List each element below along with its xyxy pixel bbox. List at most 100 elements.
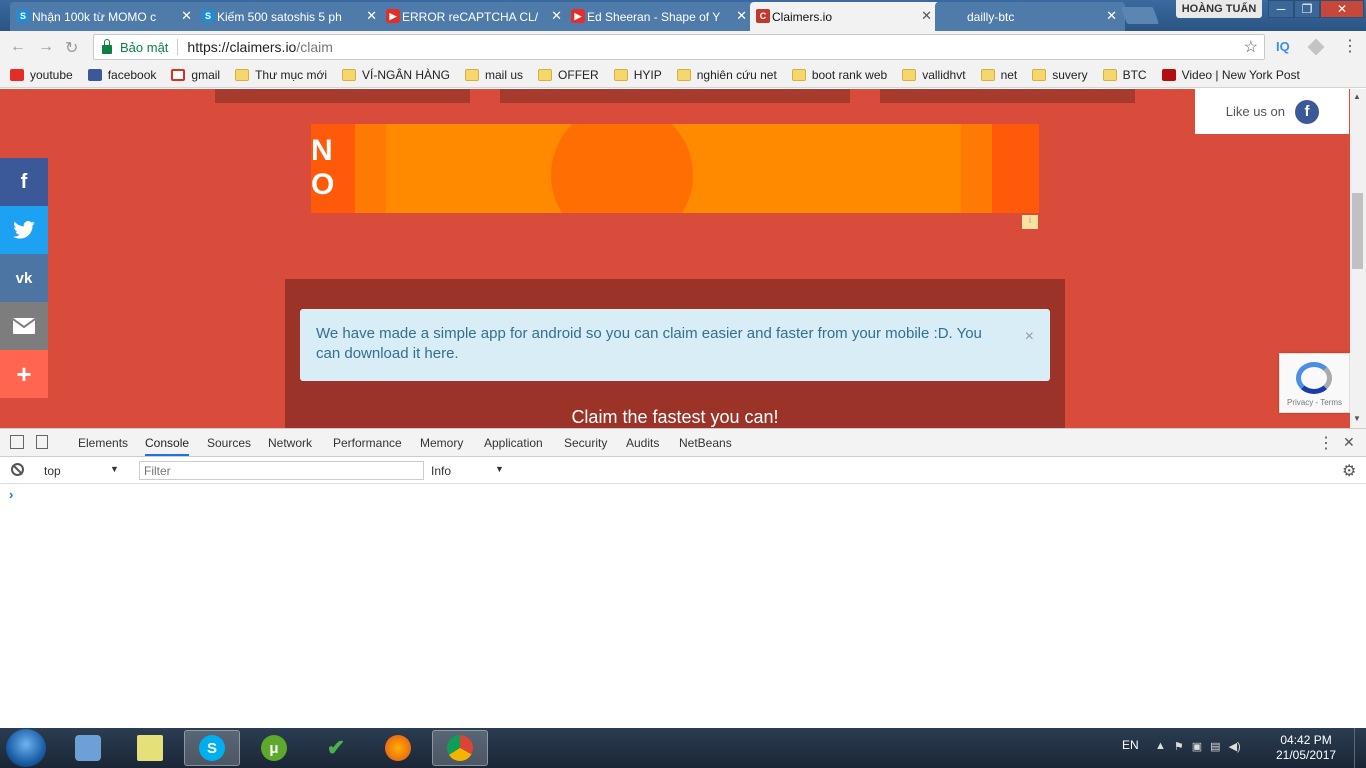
recaptcha-footer[interactable]: Privacy - Terms <box>1287 398 1342 407</box>
tab-network[interactable]: Network <box>268 436 312 450</box>
twitter-icon[interactable] <box>0 206 48 254</box>
bookmark-gmail[interactable]: gmail <box>171 68 220 82</box>
bookmark-folder[interactable]: vallidhvt <box>902 68 966 82</box>
bookmark-folder[interactable]: HYIP <box>613 68 662 82</box>
console-filter-input[interactable] <box>139 461 424 480</box>
scroll-up-icon[interactable]: ▲ <box>1353 92 1361 101</box>
tab-dailly-btc[interactable]: dailly-btc ✕ <box>935 2 1125 31</box>
reload-icon[interactable]: ↻ <box>65 38 78 58</box>
bookmark-folder[interactable]: BTC <box>1102 68 1147 82</box>
tab-performance[interactable]: Performance <box>333 436 402 450</box>
forward-icon[interactable]: → <box>38 38 54 56</box>
bookmark-nypost[interactable]: Video | New York Post <box>1161 68 1300 82</box>
facebook-icon[interactable]: f <box>1295 99 1319 124</box>
bookmark-folder[interactable]: nghiên cứu net <box>676 68 777 82</box>
bookmark-folder[interactable]: VÍ-NGÂN HÀNG <box>342 68 450 82</box>
device-toolbar-icon[interactable] <box>36 435 48 449</box>
bookmark-folder[interactable]: boot rank web <box>791 68 887 82</box>
bookmark-star-icon[interactable]: ☆ <box>1244 37 1258 57</box>
tab-audits[interactable]: Audits <box>626 436 659 450</box>
close-window-icon[interactable]: ✕ <box>1320 0 1364 18</box>
network-icon[interactable]: ▤ <box>1210 740 1220 753</box>
context-selector[interactable]: top <box>44 464 61 478</box>
tab-sources[interactable]: Sources <box>207 436 251 450</box>
address-bar[interactable]: Bảo mật https://claimers.io /claim ☆ <box>93 34 1265 60</box>
tab-console[interactable]: Console <box>145 436 190 456</box>
tab-claimers[interactable]: C Claimers.io ✕ <box>750 2 940 31</box>
bookmark-folder[interactable]: Thư mục mới <box>235 68 327 82</box>
adchoices-icon[interactable]: i <box>1022 215 1038 229</box>
recaptcha-badge[interactable]: Privacy - Terms <box>1279 353 1350 413</box>
bookmark-folder[interactable]: OFFER <box>538 68 599 82</box>
show-desktop-button[interactable] <box>1354 728 1366 768</box>
tab-recaptcha-error[interactable]: ▶ ERROR reCAPTCHA CL/ ✕ <box>380 2 570 31</box>
bookmark-label: OFFER <box>558 68 599 82</box>
tab-ed-sheeran[interactable]: ▶ Ed Sheeran - Shape of Y ✕ <box>565 2 755 31</box>
bookmark-folder[interactable]: suvery <box>1032 68 1088 82</box>
devtools-menu-icon[interactable]: ⋮ <box>1318 433 1334 453</box>
facebook-icon[interactable]: f <box>0 158 48 206</box>
action-center-icon[interactable]: ⚑ <box>1174 740 1184 753</box>
back-icon[interactable]: ← <box>10 38 26 56</box>
show-hidden-icons-icon[interactable]: ▲ <box>1155 740 1166 753</box>
inspect-element-icon[interactable] <box>10 435 24 449</box>
profile-badge[interactable]: HOÀNG TUẤN <box>1176 0 1262 18</box>
close-tab-icon[interactable]: ✕ <box>551 8 562 24</box>
close-tab-icon[interactable]: ✕ <box>181 8 192 24</box>
chrome-icon[interactable] <box>432 730 488 766</box>
minimize-icon[interactable]: ─ <box>1268 0 1294 18</box>
email-icon[interactable] <box>0 302 48 350</box>
new-tab-button[interactable] <box>1120 7 1160 24</box>
alert-close-icon[interactable]: × <box>1025 327 1034 347</box>
tab-application[interactable]: Application <box>484 436 543 450</box>
close-devtools-icon[interactable]: ✕ <box>1343 434 1355 451</box>
gear-icon[interactable]: ⚙ <box>1342 461 1356 481</box>
tab-memory[interactable]: Memory <box>420 436 463 450</box>
bookmark-label: suvery <box>1052 68 1088 82</box>
restore-icon[interactable]: ❐ <box>1294 0 1320 18</box>
bookmark-facebook[interactable]: facebook <box>87 68 156 82</box>
close-tab-icon[interactable]: ✕ <box>366 8 377 24</box>
log-level-selector[interactable]: Info <box>431 464 451 478</box>
ad-banner[interactable]: N O <box>311 124 1039 213</box>
vk-icon[interactable]: vk <box>0 254 48 302</box>
virtualbox-icon[interactable] <box>60 730 116 766</box>
tab-elements[interactable]: Elements <box>78 436 128 450</box>
checkmark-icon[interactable]: ✔ <box>308 730 364 766</box>
bookmark-label: BTC <box>1122 68 1147 82</box>
bookmark-folder[interactable]: net <box>980 68 1017 82</box>
page-scrollbar[interactable]: ▲ ▼ <box>1350 89 1366 428</box>
bookmark-folder[interactable]: mail us <box>465 68 523 82</box>
like-us-box[interactable]: Like us on f <box>1195 89 1349 134</box>
nav-block[interactable] <box>880 89 1135 103</box>
close-tab-icon[interactable]: ✕ <box>736 8 747 24</box>
nav-block[interactable] <box>500 89 850 103</box>
sticky-notes-icon[interactable] <box>122 730 178 766</box>
language-indicator[interactable]: EN <box>1122 738 1139 752</box>
firefox-icon[interactable] <box>370 730 426 766</box>
utorrent-icon[interactable]: μ <box>246 730 302 766</box>
tab-momo[interactable]: S Nhận 100k từ MOMO c ✕ <box>10 2 200 31</box>
clear-console-icon[interactable] <box>11 463 24 476</box>
tab-satoshis[interactable]: S Kiếm 500 satoshis 5 ph ✕ <box>195 2 385 31</box>
skype-icon[interactable]: S <box>184 730 240 766</box>
iq-extension-icon[interactable]: IQ <box>1276 39 1290 54</box>
scroll-down-icon[interactable]: ▼ <box>1353 414 1361 423</box>
start-button[interactable] <box>6 729 46 767</box>
chrome-menu-icon[interactable]: ⋮ <box>1342 36 1358 56</box>
close-tab-icon[interactable]: ✕ <box>921 8 932 24</box>
system-clock[interactable]: 04:42 PM 21/05/2017 <box>1276 733 1336 763</box>
chevron-down-icon[interactable]: ▼ <box>495 464 504 474</box>
recaptcha-icon <box>1296 362 1332 394</box>
device-icon[interactable]: ▣ <box>1192 740 1202 753</box>
bookmark-youtube[interactable]: youtube <box>10 68 73 82</box>
scroll-thumb[interactable] <box>1352 193 1363 269</box>
tab-netbeans[interactable]: NetBeans <box>679 436 732 450</box>
nav-block[interactable] <box>215 89 470 103</box>
close-tab-icon[interactable]: ✕ <box>1106 8 1117 24</box>
plus-icon[interactable]: + <box>0 350 48 398</box>
tab-security[interactable]: Security <box>564 436 607 450</box>
console-prompt[interactable]: › <box>9 487 13 502</box>
volume-icon[interactable]: ◀) <box>1229 740 1241 753</box>
chevron-down-icon[interactable]: ▼ <box>110 464 119 474</box>
